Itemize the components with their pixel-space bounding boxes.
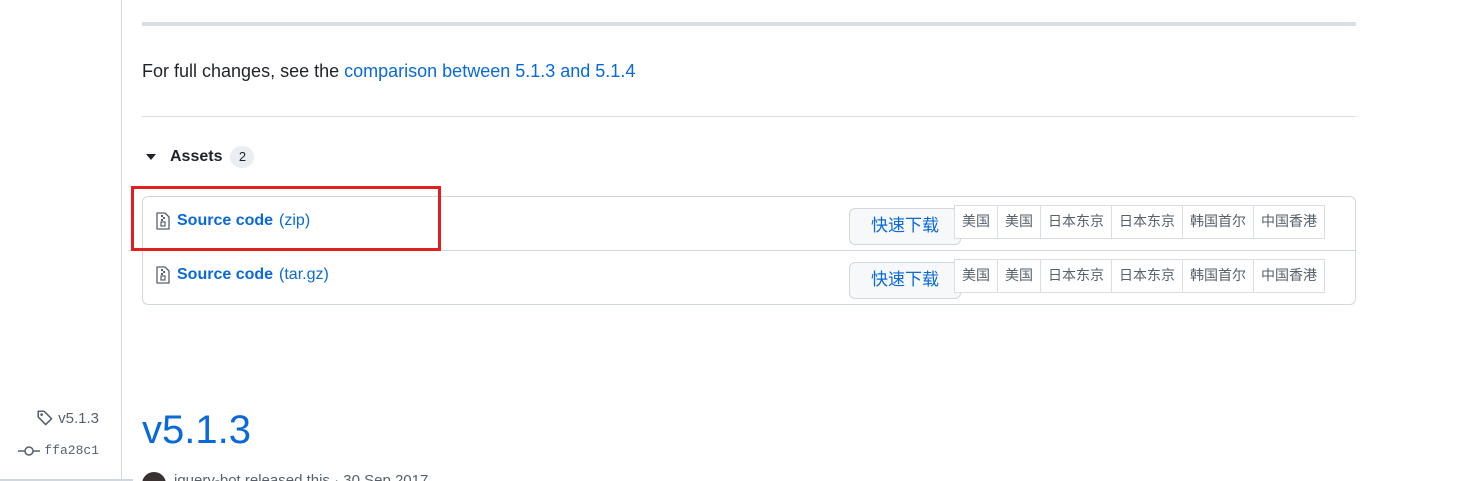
tag-label: v5.1.3: [58, 409, 99, 427]
release-author-line: jquery-bot released this · 30 Sep 2017: [142, 472, 428, 481]
file-zip-icon: [156, 212, 170, 230]
mirror-link[interactable]: 中国香港: [1253, 260, 1324, 292]
assets-count-badge: 2: [230, 146, 255, 168]
asset-row-targz: Source code (tar.gz) 快速下载 美国 美国 日本东京 日本东…: [143, 251, 1355, 305]
commit-link[interactable]: ffa28c1: [18, 443, 99, 458]
assets-list: Source code (zip) 快速下载 美国 美国 日本东京 日本东京 韩…: [142, 196, 1356, 305]
asset-name: Source code: [177, 266, 274, 283]
compare-link[interactable]: comparison between 5.1.3 and 5.1.4: [344, 61, 635, 81]
assets-toggle[interactable]: Assets 2: [146, 146, 255, 168]
mirror-links: 美国 美国 日本东京 日本东京 韩国首尔 中国香港: [954, 205, 1325, 239]
tag-icon: [37, 410, 53, 426]
tag-link[interactable]: v5.1.3: [36, 409, 99, 427]
mirror-link[interactable]: 美国: [997, 260, 1040, 292]
assets-heading: Assets: [170, 148, 223, 165]
mirror-link[interactable]: 中国香港: [1253, 206, 1324, 238]
mirror-link[interactable]: 日本东京: [1040, 260, 1111, 292]
mirror-link[interactable]: 日本东京: [1111, 260, 1182, 292]
full-changes-text: For full changes, see the comparison bet…: [142, 61, 635, 82]
timeline-rail: [121, 0, 122, 481]
mirror-link[interactable]: 韩国首尔: [1182, 260, 1253, 292]
release-page: v5.1.3 ffa28c1 For full changes, see the…: [0, 0, 1472, 481]
mirror-link[interactable]: 美国: [997, 206, 1040, 238]
mirror-link[interactable]: 日本东京: [1040, 206, 1111, 238]
mirror-link[interactable]: 美国: [955, 260, 997, 292]
asset-ext: (tar.gz): [279, 266, 329, 283]
author-text: jquery-bot released this · 30 Sep 2017: [174, 472, 429, 481]
caret-down-icon: [146, 154, 156, 160]
commit-icon: [18, 445, 41, 456]
asset-link-targz[interactable]: Source code (tar.gz): [155, 266, 329, 284]
mirror-link[interactable]: 美国: [955, 206, 997, 238]
divider: [142, 116, 1356, 117]
release-version-title[interactable]: v5.1.3: [142, 408, 251, 453]
fast-download-button[interactable]: 快速下载: [849, 262, 961, 299]
changes-prefix: For full changes, see the: [142, 61, 345, 81]
file-zip-icon: [156, 266, 170, 284]
section-divider: [142, 22, 1356, 26]
avatar[interactable]: [142, 472, 166, 481]
fast-download-button[interactable]: 快速下载: [849, 208, 961, 245]
asset-name: Source code: [177, 212, 274, 229]
mirror-link[interactable]: 韩国首尔: [1182, 206, 1253, 238]
asset-row-zip: Source code (zip) 快速下载 美国 美国 日本东京 日本东京 韩…: [143, 197, 1355, 251]
commit-label: ffa28c1: [44, 443, 99, 458]
asset-link-zip[interactable]: Source code (zip): [155, 212, 310, 230]
mirror-link[interactable]: 日本东京: [1111, 206, 1182, 238]
mirror-links: 美国 美国 日本东京 日本东京 韩国首尔 中国香港: [954, 259, 1325, 293]
asset-ext: (zip): [279, 212, 311, 229]
